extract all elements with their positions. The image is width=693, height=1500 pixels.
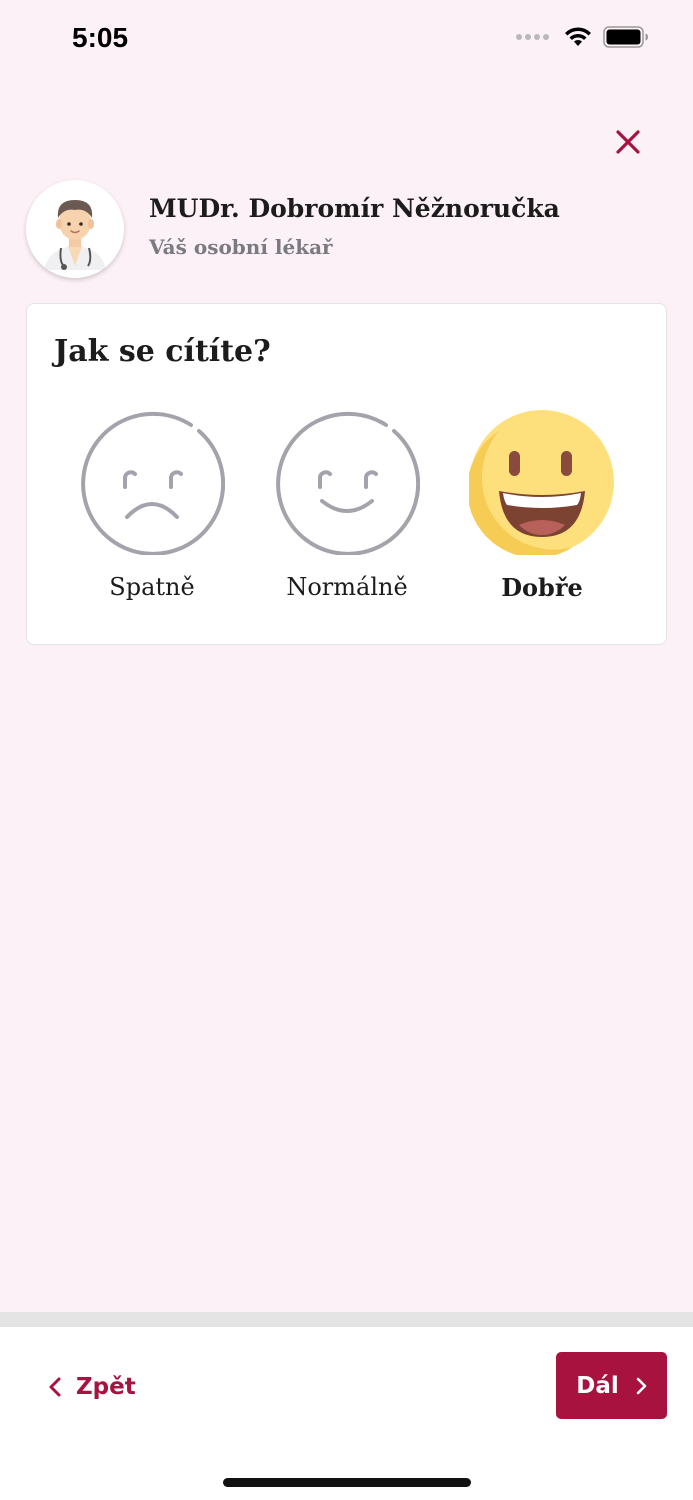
chevron-right-icon xyxy=(636,1377,647,1394)
avatar xyxy=(26,180,124,278)
card-title: Jak se cítíte? xyxy=(54,334,271,369)
footer-divider xyxy=(0,1312,693,1327)
status-bar: 5:05 xyxy=(0,0,693,80)
happy-face-icon xyxy=(469,410,614,555)
mood-option-bad[interactable]: Spatně xyxy=(77,409,227,609)
status-icons xyxy=(516,26,649,48)
battery-icon xyxy=(603,26,648,48)
footer: Zpět Dál xyxy=(0,1327,693,1500)
wifi-icon xyxy=(565,27,591,46)
home-indicator xyxy=(223,1478,471,1487)
status-time: 5:05 xyxy=(72,22,129,53)
doctor-avatar-icon xyxy=(44,200,106,270)
mood-option-good[interactable]: Dobře xyxy=(467,409,617,609)
mood-option-normal[interactable]: Normálně xyxy=(272,409,422,609)
mood-label-bad: Spatně xyxy=(109,573,195,601)
close-icon xyxy=(616,130,640,154)
mood-card: Jak se cítíte? Spatně Normálně Dobře xyxy=(26,303,667,645)
back-button-label: Zpět xyxy=(76,1374,136,1400)
chevron-left-icon xyxy=(49,1377,61,1397)
mood-label-normal: Normálně xyxy=(286,573,408,601)
doctor-header: MUDr. Dobromír Něžnoručka Váš osobní lék… xyxy=(26,180,666,278)
signal-icon xyxy=(516,34,549,40)
close-button[interactable] xyxy=(610,124,646,160)
next-button[interactable]: Dál xyxy=(556,1352,667,1419)
doctor-role: Váš osobní lékař xyxy=(149,235,333,259)
neutral-smile-icon xyxy=(276,411,420,555)
next-button-label: Dál xyxy=(576,1372,619,1399)
mood-label-good: Dobře xyxy=(501,573,583,602)
sad-face-icon xyxy=(81,411,225,555)
back-button[interactable]: Zpět xyxy=(48,1367,136,1407)
doctor-name: MUDr. Dobromír Něžnoručka xyxy=(149,194,560,223)
